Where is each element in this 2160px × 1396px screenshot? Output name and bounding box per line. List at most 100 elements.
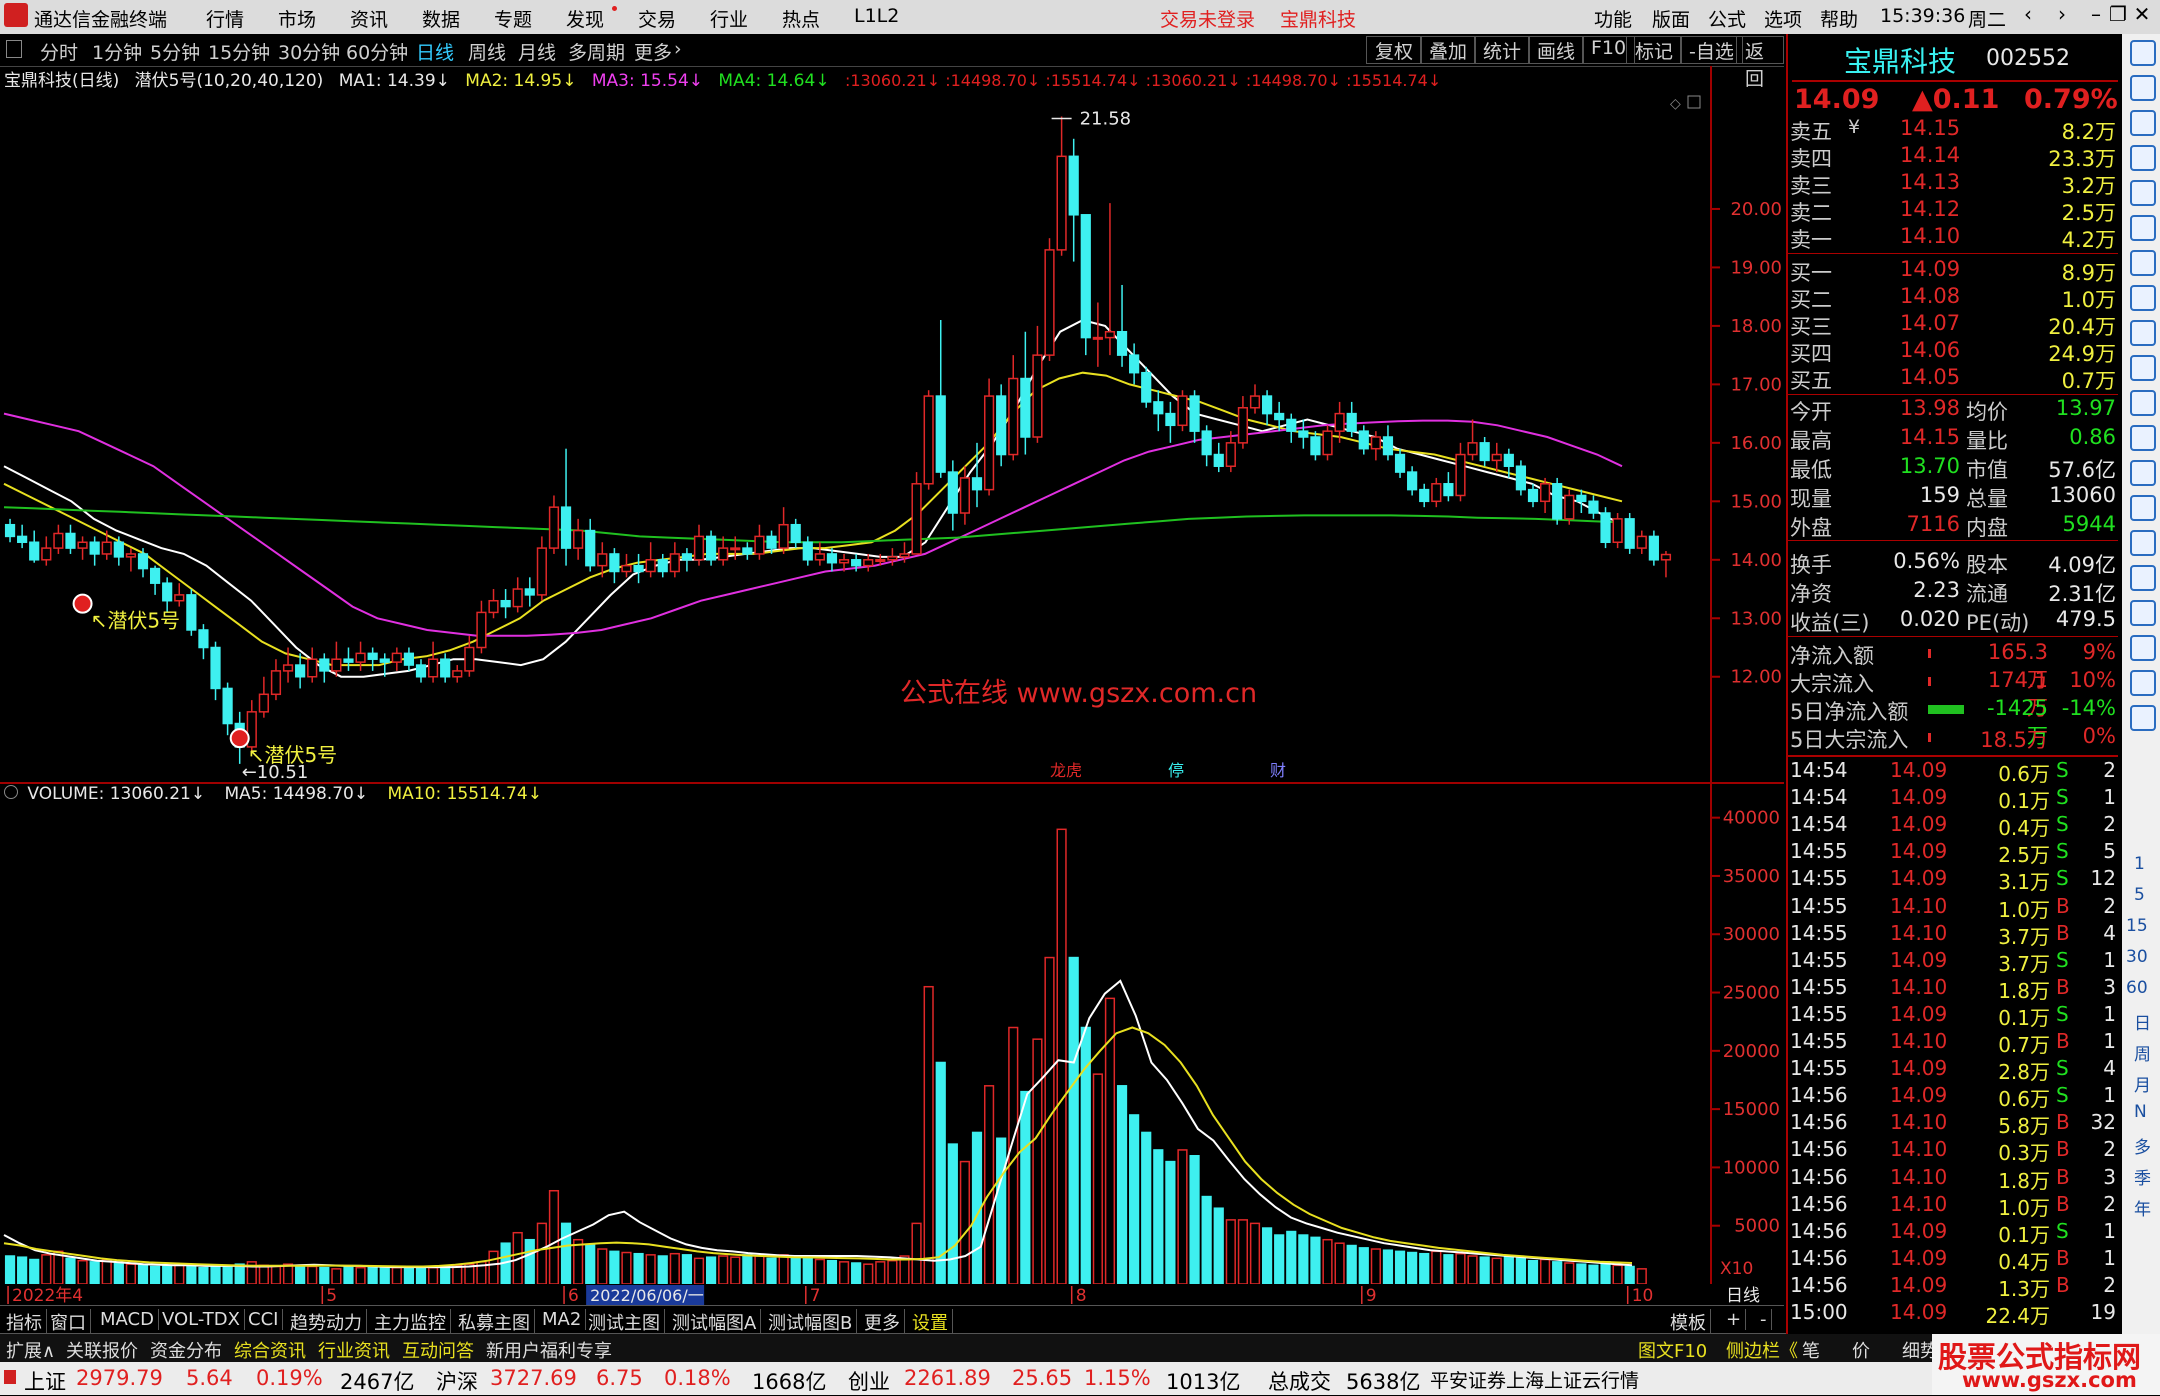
menu-item-bangzhu[interactable]: 帮助 <box>1820 5 1858 32</box>
period-shortcut[interactable]: 日 <box>2134 1009 2151 1034</box>
tab-zhibiao[interactable]: 指标 <box>2 1309 47 1335</box>
bid-price[interactable]: 14.07 <box>1900 311 1960 335</box>
tab-hudong[interactable]: 互动问答 <box>402 1337 474 1363</box>
menu-item-gongshi[interactable]: 公式 <box>1708 5 1746 32</box>
move-icon[interactable] <box>2130 600 2156 626</box>
tool-fuquan[interactable]: 复权 <box>1366 36 1423 64</box>
bid-price[interactable]: 14.06 <box>1900 338 1960 362</box>
ask-price[interactable]: 14.15 <box>1900 116 1960 140</box>
kline-chart[interactable]: 21.58←10.51↖潜伏5号↖潜伏5号公式在线 www.gszx.com.c… <box>0 92 1712 782</box>
ask-price[interactable]: 14.13 <box>1900 170 1960 194</box>
sh-index-name[interactable]: 上证 <box>24 1366 66 1396</box>
ask-price[interactable]: 14.10 <box>1900 224 1960 248</box>
tab-simu[interactable]: 私募主图 <box>454 1309 535 1335</box>
back-arrow-icon[interactable]: ‹ <box>2010 2 2046 32</box>
bid-price[interactable]: 14.08 <box>1900 284 1960 308</box>
zoom-in-button[interactable]: + <box>1722 1309 1747 1330</box>
tab-qushi[interactable]: 趋势动力 <box>286 1309 367 1335</box>
tab-gengduo[interactable]: 更多 <box>860 1309 905 1335</box>
period-shortcut[interactable]: 周 <box>2134 1040 2151 1065</box>
menu-item-l1l2[interactable]: L1L2 <box>854 5 899 27</box>
tab-kuozhan[interactable]: 扩展∧ <box>6 1337 55 1363</box>
cy-index-name[interactable]: 创业 <box>848 1366 890 1396</box>
ask-price[interactable]: 14.14 <box>1900 143 1960 167</box>
menu-item-zhuanti[interactable]: 专题 <box>494 5 532 32</box>
period-multi[interactable]: 多周期 <box>568 38 625 65</box>
tab-guanlian[interactable]: 关联报价 <box>66 1337 138 1363</box>
tab-cci[interactable]: CCI <box>244 1309 284 1330</box>
menu-item-xuanxiang[interactable]: 选项 <box>1764 5 1802 32</box>
candle-icon[interactable] <box>2130 250 2156 276</box>
period-30min[interactable]: 30分钟 <box>278 38 340 65</box>
period-daily[interactable]: 日线 <box>416 38 454 65</box>
period-shortcut[interactable]: 15 <box>2126 916 2148 936</box>
tab-xi[interactable]: 细 <box>1902 1337 1920 1363</box>
volume-collapse-icon[interactable] <box>4 785 18 799</box>
grid-icon[interactable] <box>2130 180 2156 206</box>
menu-item-shichang[interactable]: 市场 <box>278 5 316 32</box>
period-shortcut[interactable]: 30 <box>2126 947 2148 967</box>
tab-vol-tdx[interactable]: VOL-TDX <box>158 1309 245 1330</box>
menu-item-gongneng[interactable]: 功能 <box>1594 5 1632 32</box>
circle-icon[interactable] <box>2130 495 2156 521</box>
doc2-icon[interactable] <box>2130 390 2156 416</box>
login-status[interactable]: 交易未登录 <box>1160 5 1255 32</box>
period-shortcut[interactable]: 多 <box>2134 1133 2151 1158</box>
menu-item-shuju[interactable]: 数据 <box>422 5 460 32</box>
tool-diejia[interactable]: 叠加 <box>1420 36 1477 64</box>
chart-window-icon[interactable] <box>1687 95 1701 109</box>
menu-item-faxian[interactable]: 发现 <box>566 5 604 32</box>
period-more[interactable]: 更多 <box>634 38 672 65</box>
tab-macd[interactable]: MACD <box>96 1309 159 1330</box>
tab-xinyonghu[interactable]: 新用户福利专享 <box>486 1337 612 1363</box>
tab-ceshifutu-b[interactable]: 测试幅图B <box>764 1309 858 1335</box>
period-15min[interactable]: 15分钟 <box>208 38 270 65</box>
period-shortcut[interactable]: 1 <box>2134 854 2145 874</box>
volume-chart[interactable] <box>0 806 1712 1284</box>
tool-fanhui[interactable]: 返回 <box>1736 36 1784 90</box>
chart-diamond-icon[interactable]: ◇ <box>1670 96 1681 112</box>
tab-bi[interactable]: 笔 <box>1802 1337 1820 1363</box>
rsi-icon[interactable] <box>2130 565 2156 591</box>
f10-icon[interactable] <box>2130 320 2156 346</box>
tab-jia[interactable]: 价 <box>1852 1337 1870 1363</box>
period-monthly[interactable]: 月线 <box>518 38 556 65</box>
menu-item-redian[interactable]: 热点 <box>782 5 820 32</box>
template-button[interactable]: 模板 <box>1666 1309 1711 1335</box>
tool-tongji[interactable]: 统计 <box>1474 36 1531 64</box>
zoom-out-button[interactable]: - <box>1756 1309 1772 1330</box>
forward-arrow-icon[interactable]: › <box>2044 2 2080 32</box>
tool-huaxian[interactable]: 画线 <box>1528 36 1585 64</box>
period-fenshi[interactable]: 分时 <box>40 38 78 65</box>
up-arrow-icon[interactable] <box>2130 40 2156 66</box>
tab-shezhi[interactable]: 设置 <box>908 1309 953 1335</box>
period-weekly[interactable]: 周线 <box>468 38 506 65</box>
chart-icon[interactable] <box>2130 215 2156 241</box>
tab-ceshizhutu[interactable]: 测试主图 <box>584 1309 665 1335</box>
close-icon[interactable]: ✕ <box>2124 2 2160 32</box>
pen-icon[interactable] <box>2130 635 2156 661</box>
menu-item-banmian[interactable]: 版面 <box>1652 5 1690 32</box>
tab-tuwen-f10[interactable]: 图文F10 <box>1638 1337 1707 1363</box>
menu-item-hangye[interactable]: 行业 <box>710 5 748 32</box>
period-5min[interactable]: 5分钟 <box>150 38 200 65</box>
menu-item-jiaoyi[interactable]: 交易 <box>638 5 676 32</box>
menu-item-hangqing[interactable]: 行情 <box>206 5 244 32</box>
period-more-chevron-icon[interactable]: › <box>674 38 682 60</box>
doc-icon[interactable] <box>2130 355 2156 381</box>
period-shortcut[interactable]: N <box>2134 1102 2147 1122</box>
period-shortcut[interactable]: 季 <box>2134 1164 2151 1189</box>
fund-icon[interactable] <box>2130 460 2156 486</box>
tab-chuangkou[interactable]: 窗口 <box>46 1309 91 1335</box>
tool-biaoji[interactable]: 标记 <box>1626 36 1683 64</box>
period-60min[interactable]: 60分钟 <box>346 38 408 65</box>
indicator-name[interactable]: 潜伏5号(10,20,40,120) <box>135 71 324 91</box>
tab-ma2[interactable]: MA2 <box>538 1309 587 1330</box>
period-shortcut[interactable]: 60 <box>2126 978 2148 998</box>
period-1min[interactable]: 1分钟 <box>92 38 142 65</box>
period-shortcut[interactable]: 月 <box>2134 1071 2151 1096</box>
up-outline-icon[interactable] <box>2130 75 2156 101</box>
tool-zixuan[interactable]: -自选 <box>1680 36 1743 64</box>
menu-item-zixun[interactable]: 资讯 <box>350 5 388 32</box>
bid-price[interactable]: 14.09 <box>1900 257 1960 281</box>
